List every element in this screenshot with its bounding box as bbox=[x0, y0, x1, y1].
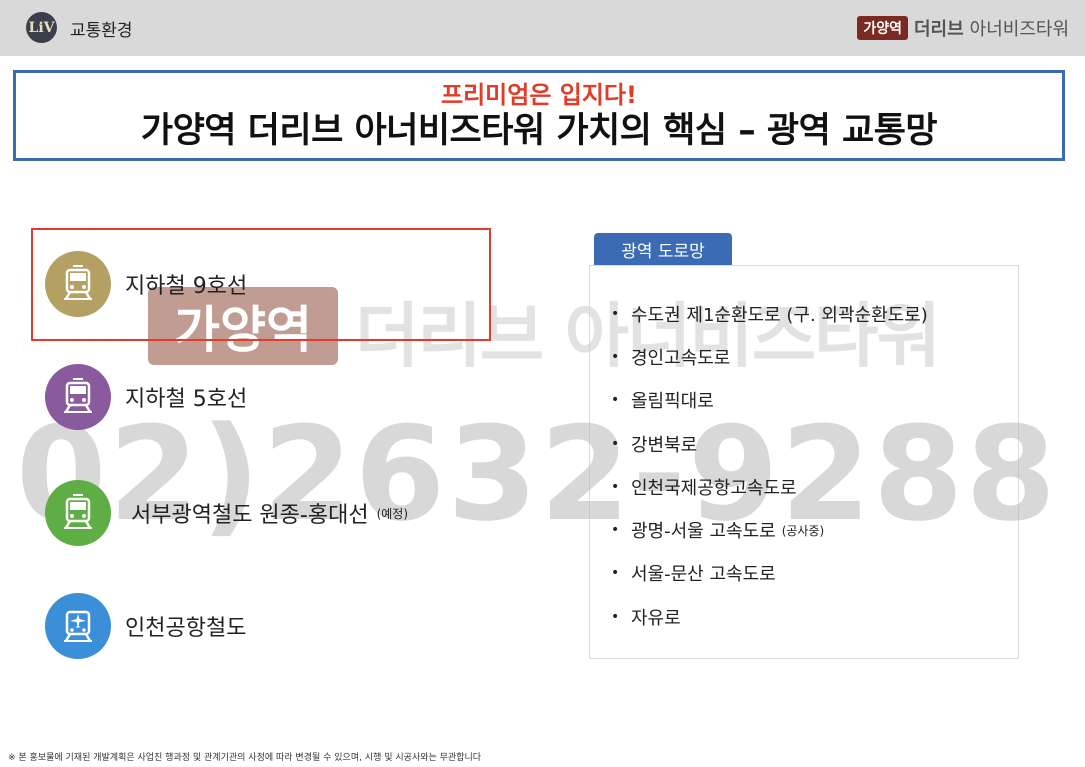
liv-logo: LiV bbox=[26, 12, 57, 43]
road-network-tab: 광역 도로망 bbox=[594, 233, 732, 265]
bullet-icon: • bbox=[611, 522, 620, 539]
bullet-icon: • bbox=[611, 478, 620, 495]
bullet-icon: • bbox=[611, 565, 620, 582]
brand-logo: 가양역 더리브 아너비즈타워 bbox=[857, 15, 1069, 41]
road-label: 자유로 bbox=[631, 607, 681, 629]
road-label: 수도권 제1순환도로 (구. 외곽순환도로) bbox=[631, 304, 928, 326]
list-item: • 강변북로 bbox=[611, 422, 928, 465]
bullet-icon: • bbox=[611, 608, 620, 625]
bullet-icon: • bbox=[611, 348, 620, 365]
rail-line-label: 인천공항철도 bbox=[125, 616, 247, 641]
section-title: 교통환경 bbox=[70, 21, 133, 41]
highlight-frame bbox=[31, 228, 491, 341]
headline-title: 가양역 더리브 아너비즈타워 가치의 핵심 – 광역 교통망 bbox=[140, 111, 938, 151]
brand-name: 더리브 bbox=[913, 19, 964, 40]
list-item: • 경인고속도로 bbox=[611, 335, 928, 378]
road-label: 올림픽대로 bbox=[631, 391, 714, 413]
road-label: 인천국제공항고속도로 bbox=[631, 477, 797, 499]
list-item: • 자유로 bbox=[611, 595, 928, 638]
road-label: 강변북로 bbox=[631, 434, 698, 456]
list-item: • 올림픽대로 bbox=[611, 379, 928, 422]
rail-line-airport: 인천공항철도 bbox=[45, 593, 246, 659]
airport-train-icon bbox=[45, 593, 111, 659]
headline-subtitle: 프리미엄은 입지다! bbox=[441, 81, 637, 109]
road-note: (공사중) bbox=[781, 523, 825, 538]
road-label: 서울-문산 고속도로 bbox=[631, 564, 776, 586]
headline-box: 프리미엄은 입지다! 가양역 더리브 아너비즈타워 가치의 핵심 – 광역 교통… bbox=[13, 70, 1065, 161]
list-item: • 서울-문산 고속도로 bbox=[611, 552, 928, 595]
rail-line-note: (예정) bbox=[376, 506, 409, 521]
train-icon bbox=[45, 480, 111, 546]
road-label: 경인고속도로 bbox=[631, 347, 731, 369]
road-list: • 수도권 제1순환도로 (구. 외곽순환도로) • 경인고속도로 • 올림픽대로 •… bbox=[611, 292, 928, 638]
brand-tag: 가양역 bbox=[857, 16, 908, 40]
brand-subtitle: 아너비즈타워 bbox=[969, 19, 1069, 40]
rail-line-label: 지하철 5호선 bbox=[125, 387, 248, 412]
rail-line-seobu: 서부광역철도 원종-홍대선 (예정) bbox=[45, 480, 408, 546]
train-icon bbox=[45, 364, 111, 430]
bullet-icon: • bbox=[611, 392, 620, 409]
list-item: • 인천국제공항고속도로 bbox=[611, 465, 928, 508]
rail-line-label: 서부광역철도 원종-홍대선 bbox=[131, 503, 369, 528]
disclaimer-footnote: ※ 본 홍보물에 기재된 개발계획은 사업진 행과정 및 관계기관의 사정에 따… bbox=[8, 753, 482, 763]
bullet-icon: • bbox=[611, 305, 620, 322]
bullet-icon: • bbox=[611, 435, 620, 452]
top-bar: LiV 교통환경 가양역 더리브 아너비즈타워 bbox=[0, 0, 1085, 56]
list-item: • 광명-서울 고속도로 (공사중) bbox=[611, 508, 928, 551]
rail-line-5: 지하철 5호선 bbox=[45, 364, 247, 430]
road-label: 광명-서울 고속도로 bbox=[631, 521, 776, 543]
list-item: • 수도권 제1순환도로 (구. 외곽순환도로) bbox=[611, 292, 928, 335]
